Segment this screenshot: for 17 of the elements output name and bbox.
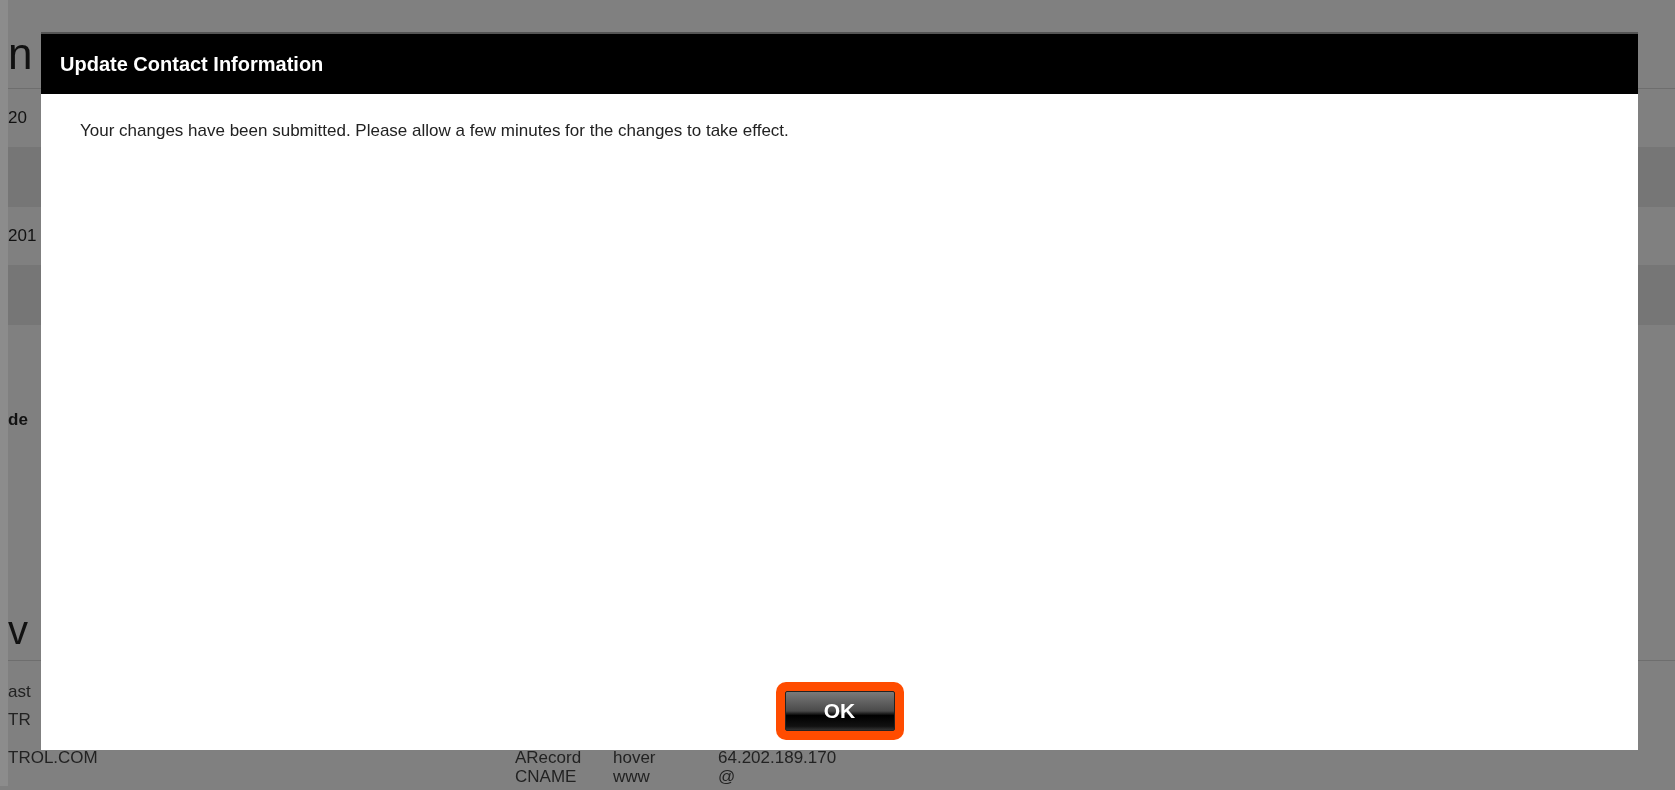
list-text: TROL.COM	[8, 748, 98, 767]
record-host: hover	[613, 748, 656, 767]
list-text: ast	[8, 681, 31, 703]
field-label: de	[8, 410, 28, 430]
dialog-message: Your changes have been submitted. Please allow a few minutes for the changes to take effect.	[80, 121, 790, 142]
section-heading: v	[8, 607, 28, 654]
record-value: 64.202.189.170	[718, 748, 837, 767]
record-host: www	[613, 767, 650, 786]
ok-button[interactable]: OK	[784, 691, 895, 731]
date-text: 201	[8, 226, 37, 246]
record-type: ARecord	[515, 748, 582, 767]
date-text: 20	[8, 108, 27, 128]
dialog-title: Update Contact Information	[41, 32, 1638, 94]
list-text: TR	[8, 709, 31, 731]
page-heading: n	[8, 28, 33, 80]
record-value: @	[718, 767, 736, 786]
record-type: CNAME	[515, 767, 577, 786]
